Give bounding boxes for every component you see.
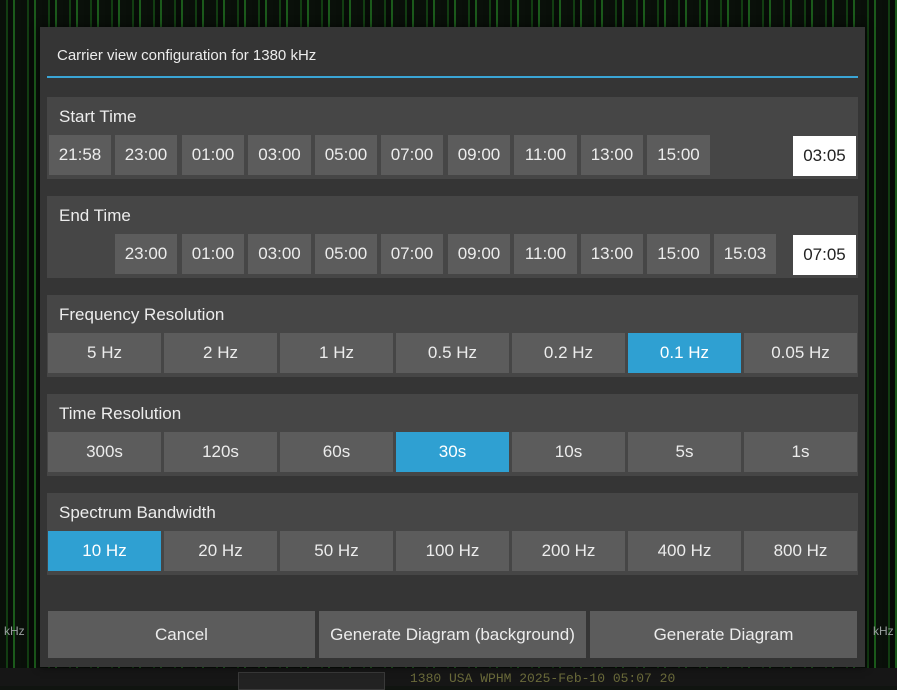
end-time-option[interactable]: 11:00 [514, 234, 577, 274]
carrier-view-dialog: Carrier view configuration for 1380 kHz … [40, 27, 865, 667]
start-time-option[interactable]: 01:00 [182, 135, 244, 175]
time-resolution-option[interactable]: 5s [628, 432, 741, 472]
frequency-resolution-section: Frequency Resolution 5 Hz 2 Hz 1 Hz 0.5 … [47, 295, 858, 377]
end-time-label: End Time [59, 206, 131, 225]
start-time-option[interactable]: 09:00 [448, 135, 510, 175]
spectrum-bandwidth-option[interactable]: 100 Hz [396, 531, 509, 571]
start-time-section: Start Time 21:58 23:00 01:00 03:00 05:00… [47, 97, 858, 179]
start-time-label: Start Time [59, 107, 137, 126]
end-time-option[interactable]: 07:00 [381, 234, 443, 274]
right-khz-label: kHz [873, 624, 894, 638]
left-khz-label: kHz [4, 624, 25, 638]
end-time-option[interactable]: 03:00 [248, 234, 311, 274]
end-time-current-value[interactable]: 07:05 [793, 235, 856, 275]
start-time-option[interactable]: 23:00 [115, 135, 177, 175]
frequency-resolution-label: Frequency Resolution [59, 305, 225, 324]
time-resolution-section: Time Resolution 300s 120s 60s 30s 10s 5s… [47, 394, 858, 476]
frequency-resolution-option[interactable]: 0.05 Hz [744, 333, 857, 373]
end-time-option[interactable]: 05:00 [315, 234, 377, 274]
start-time-option[interactable]: 07:00 [381, 135, 443, 175]
frequency-resolution-option-selected[interactable]: 0.1 Hz [628, 333, 741, 373]
end-time-option[interactable]: 15:03 [714, 234, 776, 274]
time-resolution-option[interactable]: 60s [280, 432, 393, 472]
start-time-option[interactable]: 03:00 [248, 135, 311, 175]
spectrum-bandwidth-option[interactable]: 200 Hz [512, 531, 625, 571]
end-time-option[interactable]: 15:00 [647, 234, 710, 274]
end-time-option[interactable]: 01:00 [182, 234, 244, 274]
start-time-option[interactable]: 05:00 [315, 135, 377, 175]
title-divider [47, 76, 858, 78]
end-time-option[interactable]: 09:00 [448, 234, 510, 274]
end-time-option[interactable]: 13:00 [581, 234, 643, 274]
start-time-option[interactable]: 11:00 [514, 135, 577, 175]
spectrum-bandwidth-option[interactable]: 800 Hz [744, 531, 857, 571]
spectrum-bandwidth-option-selected[interactable]: 10 Hz [48, 531, 161, 571]
start-time-option[interactable]: 15:00 [647, 135, 710, 175]
spectrum-bandwidth-label: Spectrum Bandwidth [59, 503, 216, 522]
frequency-resolution-option[interactable]: 0.2 Hz [512, 333, 625, 373]
frequency-resolution-option[interactable]: 1 Hz [280, 333, 393, 373]
generate-diagram-background-button[interactable]: Generate Diagram (background) [319, 611, 586, 658]
spectrum-bandwidth-option[interactable]: 400 Hz [628, 531, 741, 571]
dialog-title: Carrier view configuration for 1380 kHz [57, 47, 317, 64]
frequency-resolution-option[interactable]: 0.5 Hz [396, 333, 509, 373]
frequency-resolution-option[interactable]: 2 Hz [164, 333, 277, 373]
bottom-status-strip: 1380 USA WPHM 2025-Feb-10 05:07 20 [0, 668, 897, 690]
frequency-resolution-option[interactable]: 5 Hz [48, 333, 161, 373]
start-time-option[interactable]: 13:00 [581, 135, 643, 175]
cancel-button[interactable]: Cancel [48, 611, 315, 658]
end-time-option[interactable]: 23:00 [115, 234, 177, 274]
start-time-current-value[interactable]: 03:05 [793, 136, 856, 176]
time-resolution-option[interactable]: 10s [512, 432, 625, 472]
time-resolution-option-selected[interactable]: 30s [396, 432, 509, 472]
time-resolution-option[interactable]: 120s [164, 432, 277, 472]
spectrum-bandwidth-option[interactable]: 50 Hz [280, 531, 393, 571]
station-ticker: 1380 USA WPHM 2025-Feb-10 05:07 20 [410, 671, 676, 686]
spectrum-bandwidth-section: Spectrum Bandwidth 10 Hz 20 Hz 50 Hz 100… [47, 493, 858, 575]
end-time-section: End Time 23:00 01:00 03:00 05:00 07:00 0… [47, 196, 858, 278]
time-resolution-label: Time Resolution [59, 404, 182, 423]
generate-diagram-button[interactable]: Generate Diagram [590, 611, 857, 658]
time-resolution-option[interactable]: 300s [48, 432, 161, 472]
bottom-input-field[interactable] [238, 672, 385, 690]
start-time-option[interactable]: 21:58 [49, 135, 111, 175]
time-resolution-option[interactable]: 1s [744, 432, 857, 472]
spectrum-bandwidth-option[interactable]: 20 Hz [164, 531, 277, 571]
